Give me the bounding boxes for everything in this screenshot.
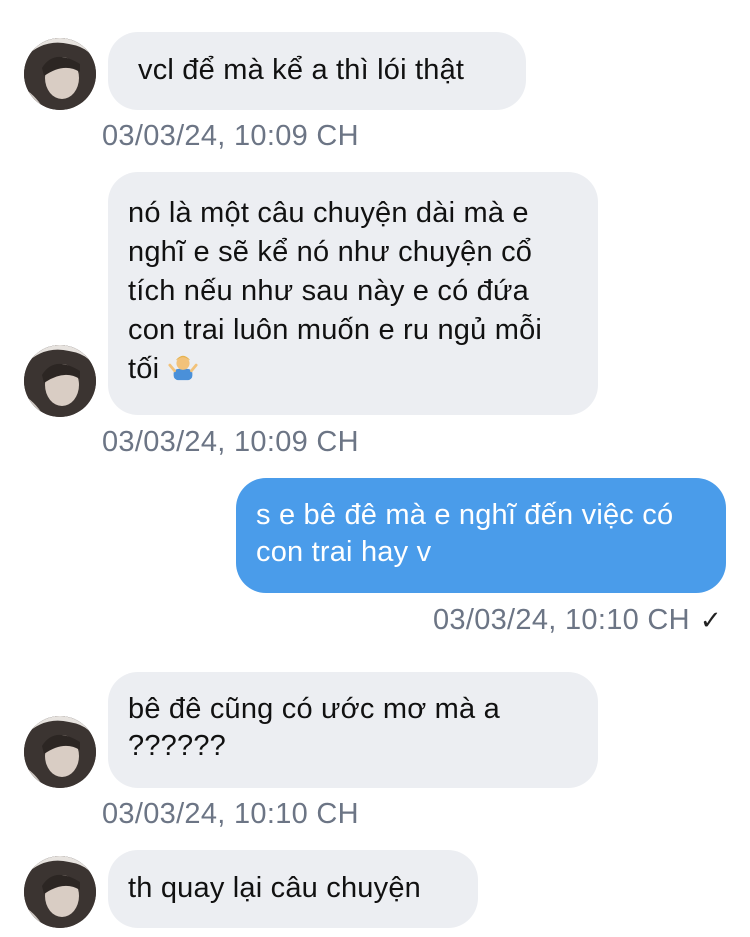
message-bubble-outgoing[interactable]: s e bê đê mà e nghĩ đến việc có con trai… [236,478,726,593]
contact-avatar[interactable] [24,345,96,417]
message-timestamp-row: 03/03/24, 10:10 CH ✓ [433,604,722,637]
message-text: s e bê đê mà e nghĩ đến việc có con trai… [256,499,674,568]
avatar-photo [24,716,96,788]
message-bubble-incoming[interactable]: th quay lại câu chuyện [108,850,478,928]
contact-avatar[interactable] [24,856,96,928]
message-text: vcl để mà kể a thì lói thật [138,54,465,86]
avatar-photo [24,856,96,928]
message-bubble-incoming[interactable]: bê đê cũng có ước mơ mà a ?????? [108,672,598,788]
message-bubble-incoming[interactable]: nó là một câu chuyện dài mà e nghĩ e sẽ … [108,172,598,415]
avatar-photo [24,38,96,110]
contact-avatar[interactable] [24,38,96,110]
message-bubble-incoming[interactable]: vcl để mà kể a thì lói thật [108,32,526,110]
message-timestamp: 03/03/24, 10:09 CH [102,120,359,152]
message-text: th quay lại câu chuyện [128,872,421,904]
message-timestamp: 03/03/24, 10:10 CH [102,798,359,830]
person-shrugging-emoji [167,355,198,381]
message-timestamp: 03/03/24, 10:10 CH [432,604,690,636]
avatar-photo [24,345,96,417]
contact-avatar[interactable] [24,716,96,788]
check-icon: ✓ [699,605,722,635]
message-timestamp: 03/03/24, 10:09 CH [102,426,359,458]
message-text: bê đê cũng có ước mơ mà a ?????? [128,693,500,762]
